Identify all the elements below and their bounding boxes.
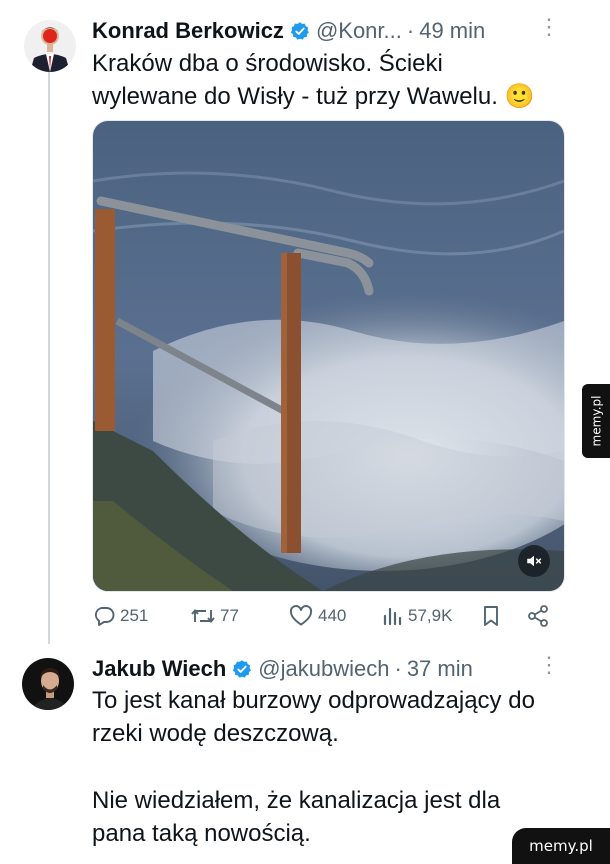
tweet-text-line: Nie wiedziałem, że kanalizacja jest dla [92, 787, 501, 814]
separator-dot: · [394, 656, 402, 681]
avatar[interactable] [22, 658, 74, 710]
views-count: 57,9K [408, 606, 453, 625]
watermark-corner: memy.pl [512, 828, 610, 864]
tweet-text-line: rzeki wodę deszczową. [92, 720, 339, 747]
views-chart-icon [383, 607, 402, 626]
speaker-muted-icon [527, 555, 542, 567]
timestamp[interactable]: 37 min [407, 656, 473, 682]
more-options-icon[interactable]: ⋮ [538, 16, 560, 38]
verified-badge-icon [232, 659, 252, 679]
repost-count: 77 [220, 606, 239, 625]
author-handle[interactable]: @Konr... [316, 18, 402, 44]
share-icon [528, 605, 548, 627]
like-button[interactable]: 440 [288, 604, 346, 628]
author-name[interactable]: Jakub Wiech [92, 656, 226, 682]
repost-button[interactable]: 77 [190, 604, 239, 628]
tweet-text: Kraków dba o środowisko. Ścieki wylewane… [92, 47, 534, 113]
watermark-corner-text: memy.pl [529, 837, 593, 855]
tweet-video[interactable] [92, 120, 565, 592]
watermark-side: memy.pl [582, 384, 610, 458]
author-name[interactable]: Konrad Berkowicz [92, 18, 284, 44]
repost-icon [191, 609, 215, 623]
like-count: 440 [318, 606, 347, 625]
bookmark-button[interactable] [480, 604, 506, 628]
tweet-text-line: pana taką nowością. [92, 820, 311, 847]
watermark-side-text: memy.pl [589, 395, 604, 447]
thread-line [48, 72, 50, 644]
avatar[interactable] [24, 20, 76, 72]
more-options-icon[interactable]: ⋮ [538, 654, 560, 676]
tweet-actions: 251 77 440 57,9K [92, 604, 562, 634]
timestamp[interactable]: 49 min [419, 18, 485, 44]
views-button[interactable]: 57,9K [382, 604, 452, 628]
verified-badge-icon [290, 21, 310, 41]
heart-icon [289, 605, 313, 626]
tweet-text-spacer [92, 750, 535, 784]
tweet-header: Jakub Wiech @jakubwiech · 37 min [92, 656, 473, 682]
bookmark-icon [484, 606, 498, 626]
reply-count: 251 [120, 606, 149, 625]
author-handle[interactable]: @jakubwiech [258, 656, 389, 682]
tweet-text-line: To jest kanał burzowy odprowadzający do [92, 687, 535, 714]
separator-dot: · [406, 18, 415, 43]
tweet-text-line: Kraków dba o środowisko. Ścieki [92, 50, 443, 77]
share-button[interactable] [526, 604, 554, 628]
tweet-text-line: wylewane do Wisły - tuż przy Wawelu. 🙂 [92, 83, 535, 110]
reply-icon [94, 607, 115, 626]
mute-toggle-button[interactable] [518, 545, 550, 577]
tweet-text: To jest kanał burzowy odprowadzający do … [92, 684, 535, 850]
tweet-header: Konrad Berkowicz @Konr... · 49 min [92, 18, 485, 44]
reply-button[interactable]: 251 [92, 604, 148, 628]
